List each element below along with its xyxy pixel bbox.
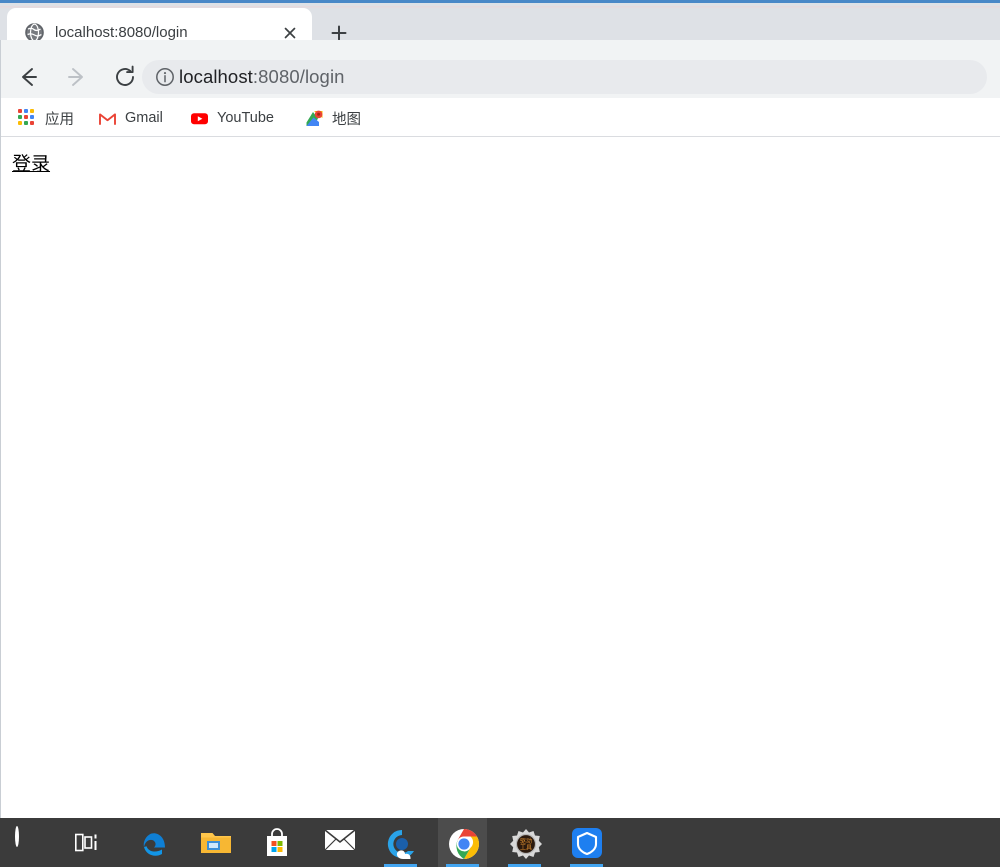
bookmark-label: YouTube	[217, 110, 274, 126]
task-view-icon	[73, 828, 103, 858]
info-circle-icon[interactable]	[155, 67, 175, 87]
browser-window: localhost:8080/login localhost:8080/logi…	[0, 0, 1000, 818]
taskbar-item-google-chrome[interactable]	[438, 818, 487, 867]
google-chrome-icon	[448, 828, 479, 859]
microsoft-edge-icon	[138, 828, 168, 858]
forward-button	[62, 62, 92, 92]
gear-icon: 驱动 工具	[509, 828, 542, 859]
youtube-play-icon	[190, 109, 209, 128]
bookmark-label: Gmail	[125, 110, 163, 126]
taskbar-item-file-explorer[interactable]	[190, 818, 239, 867]
taskbar-item-driver-tool[interactable]: 驱动 工具	[500, 818, 549, 867]
cortana-icon	[14, 825, 45, 858]
page-viewport: 登录	[1, 138, 1000, 818]
bookmark-maps[interactable]: 地图	[305, 105, 361, 131]
taskbar-item-tencent-pc-manager[interactable]	[562, 818, 611, 867]
taskbar-item-task-view[interactable]	[63, 818, 112, 867]
mail-envelope-icon	[324, 828, 355, 858]
bookmark-apps[interactable]: 应用	[18, 105, 74, 131]
taskbar-item-mail[interactable]	[314, 818, 363, 867]
bookmark-label: 地图	[332, 111, 361, 128]
back-button[interactable]	[13, 62, 43, 92]
taskbar-item-microsoft-edge[interactable]	[128, 818, 177, 867]
url-host: localhost	[179, 66, 253, 87]
bookmark-label: 应用	[45, 111, 74, 128]
bookmark-gmail[interactable]: Gmail	[98, 105, 163, 131]
google-maps-pin-icon	[305, 109, 324, 128]
bookmark-youtube[interactable]: YouTube	[190, 105, 274, 131]
shield-icon	[571, 827, 602, 858]
login-link[interactable]: 登录	[12, 151, 50, 177]
microsoft-store-icon	[262, 827, 292, 858]
google-apps-grid-icon	[18, 108, 37, 128]
address-bar-url: localhost:8080/login	[179, 63, 345, 91]
taskbar-item-qq-browser[interactable]	[376, 818, 425, 867]
gmail-m-icon	[98, 109, 117, 128]
file-explorer-icon	[200, 828, 231, 858]
svg-text:工具: 工具	[519, 844, 531, 851]
url-path: :8080/login	[252, 66, 345, 87]
qq-browser-icon	[386, 828, 416, 859]
reload-icon[interactable]	[110, 62, 140, 92]
taskbar-item-microsoft-store[interactable]	[252, 818, 301, 867]
taskbar-item-cortana[interactable]	[5, 818, 54, 867]
